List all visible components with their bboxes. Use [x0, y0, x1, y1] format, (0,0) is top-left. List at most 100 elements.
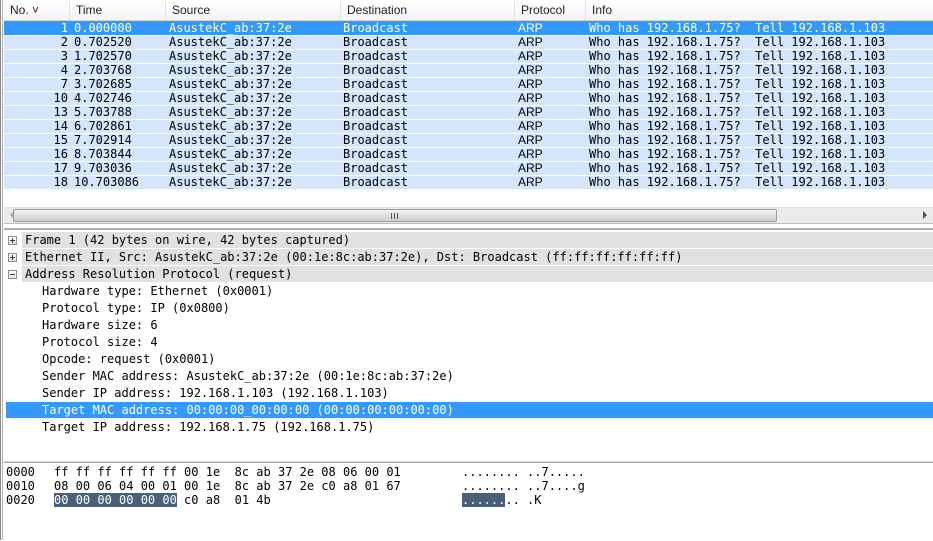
bytes-ascii[interactable]: ........ ..7.....: [462, 465, 585, 479]
packet-row[interactable]: 18 10.703086 AsustekC_ab:37:2e Broadcast ARP…: [4, 175, 933, 189]
packet-row[interactable]: 16 8.703844 AsustekC_ab:37:2e Broadcast ARP W…: [4, 147, 933, 161]
packet-bytes-pane[interactable]: 0000 ff ff ff ff ff ff 00 1e 8c ab 37 2e …: [4, 462, 933, 541]
packet-no: 3: [60, 49, 68, 63]
bytes-hex-text: 08 00 06 04 00 01 00 1e 8c ab 37 2e c0 a…: [54, 479, 401, 493]
packet-protocol: ARP: [518, 133, 543, 147]
packet-destination: Broadcast: [343, 63, 409, 77]
packet-protocol: ARP: [518, 147, 543, 161]
bytes-offset: 0010: [6, 479, 35, 493]
packet-no: 15: [53, 133, 68, 147]
packet-row[interactable]: 13 5.703788 AsustekC_ab:37:2e Broadcast ARP W…: [4, 105, 933, 119]
bytes-hex[interactable]: ff ff ff ff ff ff 00 1e 8c ab 37 2e 08 0…: [54, 465, 401, 479]
tree-field[interactable]: Hardware size: 6: [4, 317, 933, 333]
bytes-ascii-text: .. .K: [505, 493, 542, 507]
packet-source: AsustekC_ab:37:2e: [169, 35, 292, 49]
packet-no: 16: [53, 147, 68, 161]
packet-time: 7.702914: [74, 133, 132, 147]
packet-destination: Broadcast: [343, 147, 409, 161]
packet-destination: Broadcast: [343, 105, 409, 119]
grip-icon: [391, 213, 399, 219]
bytes-ascii[interactable]: ........ ..7....g: [462, 479, 585, 493]
tree-field[interactable]: Target MAC address: 00:00:00_00:00:00 (0…: [6, 402, 933, 418]
packet-row[interactable]: 14 6.702861 AsustekC_ab:37:2e Broadcast ARP W…: [4, 119, 933, 133]
tree-field-label: Protocol type: IP (0x0800): [42, 301, 230, 315]
tree-field[interactable]: Protocol type: IP (0x0800): [4, 300, 933, 316]
packet-list-horizontal-scrollbar[interactable]: [4, 207, 933, 224]
packet-source: AsustekC_ab:37:2e: [169, 147, 292, 161]
tree-item-ethernet[interactable]: Ethernet II, Src: AsustekC_ab:37:2e (00:…: [22, 249, 933, 265]
bytes-hex[interactable]: 08 00 06 04 00 01 00 1e 8c ab 37 2e c0 a…: [54, 479, 401, 493]
packet-destination: Broadcast: [343, 161, 409, 175]
column-header-source[interactable]: Source: [166, 0, 341, 20]
packet-row[interactable]: 1 0.000000 AsustekC_ab:37:2e Broadcast ARP Wh…: [4, 21, 933, 35]
column-header-time[interactable]: Time: [70, 0, 166, 20]
packet-row[interactable]: 15 7.702914 AsustekC_ab:37:2e Broadcast ARP W…: [4, 133, 933, 147]
tree-field[interactable]: Sender IP address: 192.168.1.103 (192.16…: [4, 385, 933, 401]
column-header-protocol[interactable]: Protocol: [515, 0, 586, 20]
column-header-no[interactable]: No. ˅: [4, 0, 70, 20]
packet-no: 14: [53, 119, 68, 133]
packet-time: 10.703086: [74, 175, 140, 189]
tree-item-arp[interactable]: Address Resolution Protocol (request): [22, 266, 933, 282]
tree-item-label: Ethernet II, Src: AsustekC_ab:37:2e (00:…: [25, 250, 683, 264]
bytes-ascii[interactable]: ........ .K: [462, 493, 541, 507]
collapse-icon[interactable]: [8, 270, 17, 279]
tree-field[interactable]: Protocol size: 4: [4, 334, 933, 350]
tree-field[interactable]: Sender MAC address: AsustekC_ab:37:2e (0…: [4, 368, 933, 384]
packet-source: AsustekC_ab:37:2e: [169, 91, 292, 105]
packet-details-pane[interactable]: Frame 1 (42 bytes on wire, 42 bytes capt…: [4, 228, 933, 460]
bytes-offset: 0000: [6, 465, 35, 479]
packet-protocol: ARP: [518, 77, 543, 91]
packet-row[interactable]: 3 1.702570 AsustekC_ab:37:2e Broadcast ARP Wh…: [4, 49, 933, 63]
expand-icon[interactable]: [8, 253, 17, 262]
bytes-hex[interactable]: 00 00 00 00 00 00 c0 a8 01 4b: [54, 493, 271, 507]
packet-row[interactable]: 4 2.703768 AsustekC_ab:37:2e Broadcast ARP Wh…: [4, 63, 933, 77]
expand-icon[interactable]: [8, 236, 17, 245]
tree-field-label: Target MAC address: 00:00:00_00:00:00 (0…: [42, 403, 454, 417]
packet-info: Who has 192.168.1.75? Tell 192.168.1.103: [589, 147, 886, 161]
packet-no: 18: [53, 175, 68, 189]
packet-source: AsustekC_ab:37:2e: [169, 161, 292, 175]
tree-field[interactable]: Opcode: request (0x0001): [4, 351, 933, 367]
packet-destination: Broadcast: [343, 21, 409, 35]
packet-protocol: ARP: [518, 63, 543, 77]
packet-row[interactable]: 7 3.702685 AsustekC_ab:37:2e Broadcast ARP Wh…: [4, 77, 933, 91]
packet-row[interactable]: 10 4.702746 AsustekC_ab:37:2e Broadcast ARP W…: [4, 91, 933, 105]
packet-info: Who has 192.168.1.75? Tell 192.168.1.103: [589, 161, 886, 175]
tree-item-label: Frame 1 (42 bytes on wire, 42 bytes capt…: [25, 233, 351, 247]
packet-time: 3.702685: [74, 77, 132, 91]
packet-row[interactable]: 2 0.702520 AsustekC_ab:37:2e Broadcast ARP Wh…: [4, 35, 933, 49]
tree-field-label: Opcode: request (0x0001): [42, 352, 216, 366]
packet-source: AsustekC_ab:37:2e: [169, 77, 292, 91]
packet-time: 9.703036: [74, 161, 132, 175]
packet-no: 17: [53, 161, 68, 175]
tree-field[interactable]: Target IP address: 192.168.1.75 (192.168…: [4, 419, 933, 435]
packet-time: 2.703768: [74, 63, 132, 77]
packet-row[interactable]: 17 9.703036 AsustekC_ab:37:2e Broadcast ARP W…: [4, 161, 933, 175]
scrollbar-thumb[interactable]: [13, 209, 777, 222]
packet-time: 0.000000: [74, 21, 132, 35]
packet-destination: Broadcast: [343, 119, 409, 133]
packet-list-pane[interactable]: No. ˅ Time Source Destination Protocol I…: [4, 0, 933, 204]
packet-source: AsustekC_ab:37:2e: [169, 49, 292, 63]
packet-source: AsustekC_ab:37:2e: [169, 105, 292, 119]
column-header-destination[interactable]: Destination: [341, 0, 515, 20]
packet-protocol: ARP: [518, 175, 543, 189]
packet-protocol: ARP: [518, 49, 543, 63]
tree-field[interactable]: Hardware type: Ethernet (0x0001): [4, 283, 933, 299]
packet-protocol: ARP: [518, 35, 543, 49]
bytes-hex-highlight: 00 00 00 00 00 00: [54, 493, 177, 507]
packet-time: 6.702861: [74, 119, 132, 133]
tree-item-frame[interactable]: Frame 1 (42 bytes on wire, 42 bytes capt…: [22, 232, 933, 248]
tree-field-label: Protocol size: 4: [42, 335, 158, 349]
packet-destination: Broadcast: [343, 35, 409, 49]
column-header-info[interactable]: Info: [586, 0, 933, 20]
packet-info: Who has 192.168.1.75? Tell 192.168.1.103: [589, 91, 886, 105]
bytes-ascii-highlight: ......: [462, 493, 506, 507]
tree-field-label: Sender MAC address: AsustekC_ab:37:2e (0…: [42, 369, 454, 383]
packet-time: 1.702570: [74, 49, 132, 63]
scroll-right-arrow-icon[interactable]: [923, 211, 927, 219]
bytes-ascii-text: ........ ..7.....: [462, 465, 585, 479]
packet-destination: Broadcast: [343, 133, 409, 147]
packet-no: 4: [60, 63, 68, 77]
